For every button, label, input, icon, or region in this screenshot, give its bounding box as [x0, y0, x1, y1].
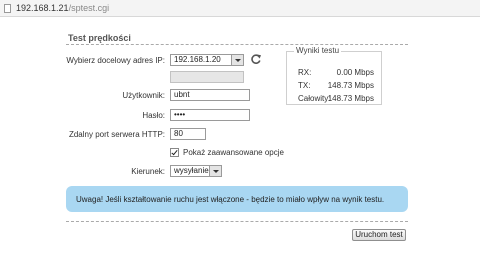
direction-value: wysyłanie — [174, 166, 209, 175]
rx-label: RX: — [298, 68, 312, 77]
direction-label: Kierunek: — [131, 167, 165, 176]
section-title: Test prędkości — [68, 33, 131, 43]
warning-text: Uwaga! Jeśli kształtowanie ruchu jest wł… — [76, 195, 385, 204]
url-text[interactable]: 192.168.1.21/sptest.cgi — [16, 3, 109, 13]
total-value: 148.73 Mbps — [327, 94, 374, 103]
url-host: 192.168.1.21 — [16, 3, 69, 13]
tx-value: 148.73 Mbps — [327, 81, 374, 90]
rx-value: 0.00 Mbps — [336, 68, 374, 77]
warning-banner: Uwaga! Jeśli kształtowanie ruchu jest wł… — [66, 186, 408, 212]
url-path: /sptest.cgi — [68, 3, 110, 13]
advanced-options-label[interactable]: Pokaż zaawansowane opcje — [183, 148, 284, 157]
chevron-down-icon — [231, 55, 243, 65]
username-field[interactable]: ubnt — [170, 89, 250, 101]
advanced-options-checkbox[interactable] — [170, 148, 179, 157]
section-divider — [66, 44, 408, 45]
footer-divider — [66, 221, 408, 222]
port-field[interactable]: 80 — [170, 128, 206, 140]
run-test-button[interactable]: Uruchom test — [352, 229, 406, 241]
results-legend: Wyniki testu — [294, 46, 342, 55]
chevron-down-icon — [209, 166, 221, 176]
target-ip-select[interactable]: 192.168.1.20 — [170, 54, 244, 66]
refresh-icon[interactable] — [250, 53, 262, 65]
page-icon — [4, 4, 11, 13]
direction-select[interactable]: wysyłanie — [170, 165, 222, 177]
tx-label: TX: — [298, 81, 311, 90]
address-bar[interactable]: 192.168.1.21/sptest.cgi — [0, 0, 480, 17]
password-field[interactable]: •••• — [170, 109, 250, 121]
target-ip-label: Wybierz docelowy adres IP: — [66, 56, 165, 65]
port-label: Zdalny port serwera HTTP: — [68, 130, 165, 139]
username-label: Użytkownik: — [122, 91, 165, 100]
manual-ip-field[interactable] — [170, 71, 244, 83]
password-label: Hasło: — [142, 111, 165, 120]
target-ip-value: 192.168.1.20 — [174, 55, 221, 64]
